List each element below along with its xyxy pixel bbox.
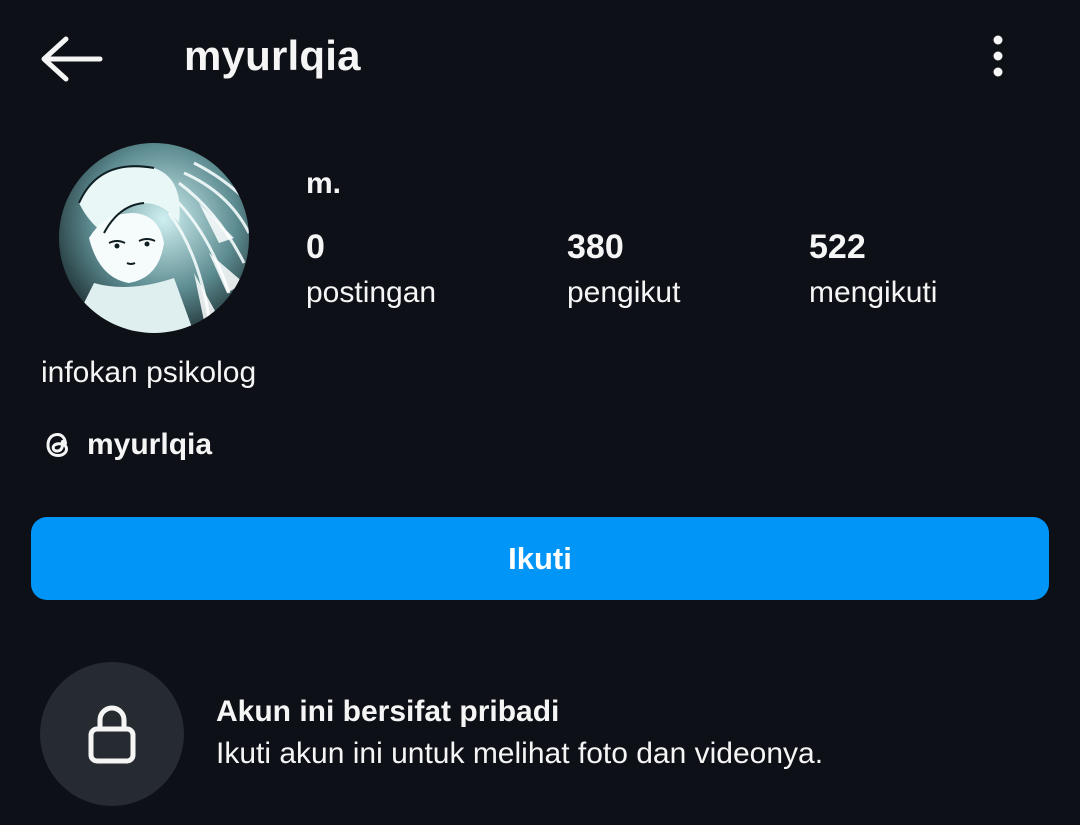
threads-icon (46, 432, 69, 458)
followers-count: 380 (567, 228, 624, 266)
private-account-title: Akun ini bersifat pribadi (216, 695, 560, 728)
profile-page: myurlqia m. 0 postingan 380 pengikut 522… (0, 0, 1080, 825)
following-label: mengikuti (809, 276, 938, 309)
private-lock-badge (40, 662, 184, 806)
bio-text: infokan psikolog (41, 356, 257, 389)
stat-followers[interactable]: 380 pengikut (567, 226, 680, 312)
stat-following[interactable]: 522 mengikuti (809, 226, 937, 312)
display-name: m. (306, 167, 342, 200)
page-title: myurlqia (184, 32, 361, 79)
threads-handle: myurlqia (87, 428, 213, 461)
following-count: 522 (809, 228, 866, 266)
follow-button[interactable]: Ikuti (31, 517, 1049, 600)
posts-count: 0 (306, 228, 325, 266)
arrow-left-icon[interactable] (38, 34, 104, 84)
stat-posts[interactable]: 0 postingan (306, 226, 436, 312)
posts-label: postingan (306, 276, 437, 309)
lock-icon (88, 705, 136, 764)
followers-label: pengikut (567, 276, 681, 309)
private-account-description: Ikuti akun ini untuk melihat foto dan vi… (216, 737, 824, 770)
threads-link[interactable]: myurlqia (41, 424, 212, 466)
avatar-illustration (59, 143, 249, 333)
more-vertical-icon[interactable] (982, 34, 1014, 78)
avatar[interactable] (59, 143, 249, 333)
